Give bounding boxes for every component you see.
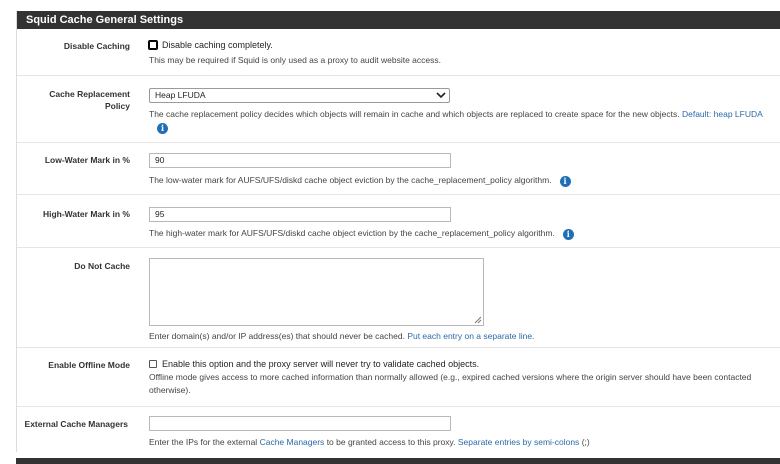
enable-offline-mode-label: Enable Offline Mode bbox=[48, 360, 130, 370]
cache-replacement-policy-help: The cache replacement policy decides whi… bbox=[149, 109, 763, 134]
enable-offline-mode-checkbox-label: Enable this option and the proxy server … bbox=[162, 359, 480, 369]
low-water-mark-label: Low-Water Mark in % bbox=[44, 155, 130, 165]
next-panel-heading bbox=[16, 458, 780, 464]
disable-caching-label: Disable Caching bbox=[63, 41, 130, 51]
squid-cache-settings-panel: Squid Cache General Settings Disable Cac… bbox=[16, 11, 780, 452]
enable-offline-mode-option[interactable]: Enable this option and the proxy server … bbox=[149, 359, 479, 369]
high-water-mark-label: High-Water Mark in % bbox=[42, 209, 130, 219]
cache-managers-link: Cache Managers bbox=[259, 437, 325, 447]
cache-replacement-policy-label: Cache Replacement Policy bbox=[49, 89, 130, 111]
disable-caching-checkbox[interactable] bbox=[148, 40, 158, 50]
enable-offline-mode-field: Enable this option and the proxy server … bbox=[149, 359, 772, 397]
enable-offline-mode-checkbox[interactable] bbox=[149, 360, 157, 368]
row-high-water-mark: High-Water Mark in % 95 The high-water m… bbox=[17, 195, 780, 248]
info-icon[interactable]: i bbox=[157, 123, 168, 134]
do-not-cache-label: Do Not Cache bbox=[74, 261, 130, 271]
chevron-down-icon bbox=[436, 92, 446, 99]
disable-caching-field: Disable caching completely. This may be … bbox=[148, 40, 772, 67]
external-cache-managers-input[interactable] bbox=[149, 416, 451, 431]
row-do-not-cache: Do Not Cache Enter domain(s) and/or IP a… bbox=[17, 248, 780, 348]
row-external-cache-managers: External Cache Managers Enter the IPs fo… bbox=[17, 407, 780, 452]
disable-caching-checkbox-label: Disable caching completely. bbox=[162, 40, 273, 50]
disable-caching-option[interactable]: Disable caching completely. bbox=[148, 40, 273, 50]
do-not-cache-help-link: Put each entry on a separate line. bbox=[407, 331, 535, 341]
info-icon[interactable]: i bbox=[559, 176, 571, 187]
cache-replacement-policy-select[interactable]: Heap LFUDA bbox=[149, 88, 450, 103]
resize-grip-icon[interactable] bbox=[474, 316, 482, 324]
row-disable-caching: Disable Caching Disable caching complete… bbox=[17, 29, 780, 76]
external-cache-managers-label: External Cache Managers bbox=[24, 419, 128, 429]
row-low-water-mark: Low-Water Mark in % 90 The low-water mar… bbox=[17, 143, 780, 195]
disable-caching-help: This may be required if Squid is only us… bbox=[149, 55, 441, 65]
default-value: heap LFUDA bbox=[713, 109, 763, 119]
low-water-mark-input[interactable]: 90 bbox=[149, 153, 451, 168]
high-water-mark-help: The high-water mark for AUFS/UFS/diskd c… bbox=[149, 227, 769, 240]
enable-offline-mode-help: Offline mode gives access to more cached… bbox=[149, 372, 752, 395]
do-not-cache-help: Enter domain(s) and/or IP address(es) th… bbox=[149, 331, 535, 341]
separate-entries-link: Separate entries by semi-colons bbox=[457, 437, 580, 447]
do-not-cache-textarea[interactable] bbox=[149, 258, 484, 326]
external-cache-managers-help: Enter the IPs for the external Cache Man… bbox=[149, 437, 590, 447]
row-cache-replacement-policy: Cache Replacement Policy Heap LFUDA The … bbox=[17, 76, 780, 143]
cache-replacement-policy-selected: Heap LFUDA bbox=[155, 90, 206, 100]
panel-title: Squid Cache General Settings bbox=[17, 11, 780, 29]
row-enable-offline-mode: Enable Offline Mode Enable this option a… bbox=[17, 348, 780, 407]
low-water-mark-help: The low-water mark for AUFS/UFS/diskd ca… bbox=[149, 174, 769, 187]
info-icon[interactable]: i bbox=[562, 229, 574, 240]
high-water-mark-input[interactable]: 95 bbox=[149, 207, 451, 222]
default-label: Default: bbox=[681, 109, 712, 119]
